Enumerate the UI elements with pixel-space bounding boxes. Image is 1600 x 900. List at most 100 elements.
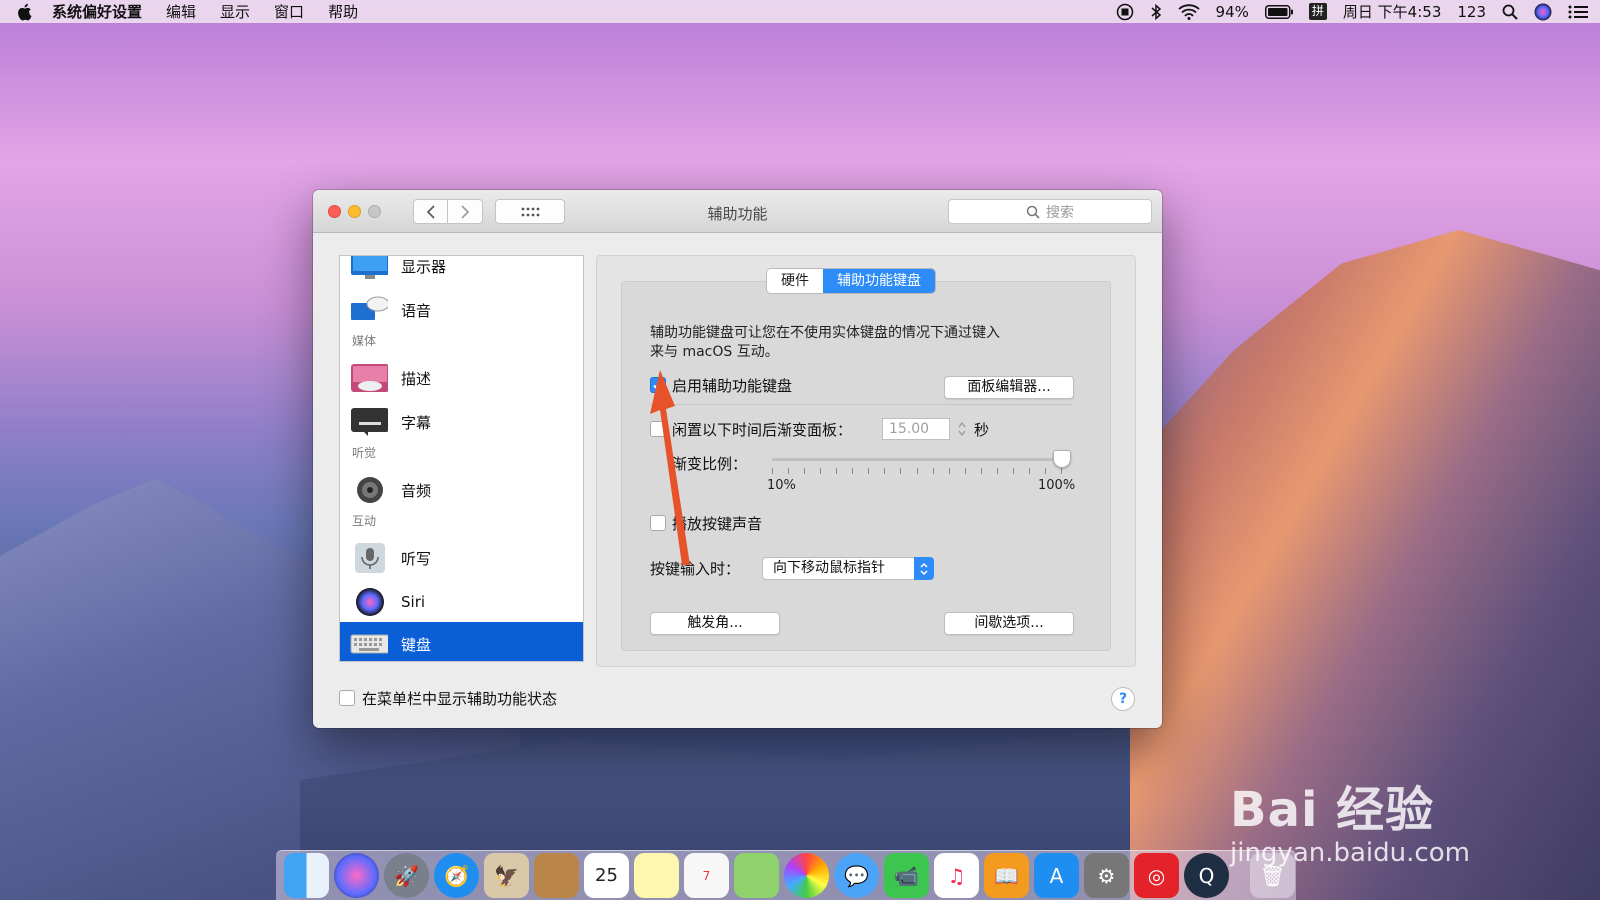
contacts-icon[interactable] [534, 853, 579, 898]
captions-icon [350, 407, 388, 437]
menu-window[interactable]: 窗口 [274, 1, 304, 22]
enable-keyboard-checkbox[interactable] [650, 377, 666, 393]
calendar-day: 25 [595, 865, 618, 886]
menu-help[interactable]: 帮助 [328, 1, 358, 22]
key-sound-checkbox[interactable] [650, 515, 666, 531]
sidebar-item-audio[interactable]: 音频 [340, 468, 583, 512]
sidebar-item-display[interactable]: 显示器 [340, 256, 583, 288]
slider-tick [1013, 468, 1014, 474]
menu-status-label[interactable]: 在菜单栏中显示辅助功能状态 [362, 688, 557, 709]
screen-record-icon[interactable] [1116, 3, 1134, 21]
accessibility-window: 辅助功能 搜索 显示器 语音 媒体 描述 字幕 听觉 音频 互动 听写 Siri… [313, 190, 1162, 728]
sidebar-item-label: 音频 [401, 481, 432, 500]
music-icon[interactable]: ♫ [934, 853, 979, 898]
section-divider [650, 404, 1072, 405]
menu-edit[interactable]: 编辑 [166, 1, 196, 22]
notification-center-icon[interactable] [1568, 3, 1588, 21]
hot-corners-button[interactable]: 触发角... [650, 612, 780, 635]
window-titlebar[interactable]: 辅助功能 搜索 [313, 190, 1162, 233]
books-icon[interactable]: 📖 [984, 853, 1029, 898]
reminders-icon[interactable]: 7 [684, 853, 729, 898]
fade-panel-checkbox[interactable] [650, 421, 666, 437]
sidebar-item-label: 键盘 [401, 635, 432, 654]
menu-bar: 系统偏好设置 编辑 显示 窗口 帮助 94% 拼 周日 下午4:53 123 [0, 0, 1600, 23]
fade-panel-label[interactable]: 闲置以下时间后渐变面板： [672, 419, 852, 440]
keyboard-icon [350, 629, 388, 659]
photos-icon[interactable] [784, 853, 829, 898]
sidebar-item-speech[interactable]: 语音 [340, 288, 583, 332]
siri-icon [350, 587, 388, 617]
sidebar-list[interactable]: 显示器 语音 媒体 描述 字幕 听觉 音频 互动 听写 Siri 键盘 [339, 255, 584, 662]
checkmark-icon [653, 380, 663, 391]
slider-tick [884, 468, 885, 474]
slider-tick [949, 468, 950, 474]
menu-status-checkbox[interactable] [339, 690, 355, 706]
system-preferences-icon[interactable]: ⚙ [1084, 853, 1129, 898]
quicktime-icon[interactable]: Q [1184, 853, 1229, 898]
dock: 🚀 🧭 🦅 25 7 💬 📹 ♫ 📖 A ⚙ ◎ Q 🗑 [276, 850, 1296, 900]
calendar-icon[interactable]: 25 [584, 853, 629, 898]
sidebar-item-dictation[interactable]: 听写 [340, 536, 583, 580]
feature-description: 辅助功能键盘可让您在不使用实体键盘的情况下通过键入 来与 macOS 互动。 [650, 324, 1090, 362]
on-keypress-popup[interactable]: 向下移动鼠标指针 [762, 557, 934, 580]
safari-icon[interactable]: 🧭 [434, 853, 479, 898]
fade-ratio-slider[interactable] [772, 458, 1062, 461]
tab-accessibility-keyboard[interactable]: 辅助功能键盘 [823, 269, 935, 293]
netease-music-icon[interactable]: ◎ [1134, 853, 1179, 898]
help-button[interactable]: ? [1111, 687, 1135, 711]
audio-icon [350, 475, 388, 505]
sidebar-section-interaction: 互动 [352, 514, 377, 528]
reminders-badge: 7 [702, 868, 711, 883]
bluetooth-icon[interactable] [1150, 3, 1162, 21]
slider-tick [917, 468, 918, 474]
wifi-icon[interactable] [1177, 3, 1200, 21]
slider-ticks [772, 468, 1062, 476]
battery-icon[interactable] [1264, 3, 1293, 21]
slider-tick [981, 468, 982, 474]
input-source-label[interactable]: 123 [1457, 3, 1486, 21]
siri-dock-icon[interactable] [334, 853, 379, 898]
messages-icon[interactable]: 💬 [834, 853, 879, 898]
panel-editor-button[interactable]: 面板编辑器... [944, 376, 1074, 399]
slider-tick [1029, 468, 1030, 474]
tab-bar: 硬件 辅助功能键盘 [767, 269, 935, 293]
speech-icon [350, 295, 388, 325]
maps-icon[interactable] [734, 853, 779, 898]
sidebar-item-siri[interactable]: Siri [340, 580, 583, 624]
search-input[interactable]: 搜索 [948, 199, 1152, 224]
fade-seconds-field[interactable]: 15.00 [882, 418, 950, 440]
apple-icon[interactable] [14, 3, 34, 21]
app-store-icon[interactable]: A [1034, 853, 1079, 898]
slider-knob[interactable] [1053, 450, 1071, 468]
siri-menubar-icon[interactable] [1534, 3, 1552, 21]
sidebar-item-descriptions[interactable]: 描述 [340, 356, 583, 400]
menu-app-name[interactable]: 系统偏好设置 [52, 1, 142, 22]
sidebar-item-label: Siri [401, 593, 426, 611]
sidebar-item-keyboard[interactable]: 键盘 [340, 622, 583, 661]
descriptions-icon [350, 363, 388, 393]
sidebar-item-label: 语音 [401, 301, 432, 320]
notes-icon[interactable] [634, 853, 679, 898]
slider-tick [900, 468, 901, 474]
popup-arrows-icon [914, 557, 934, 580]
sidebar-item-captions[interactable]: 字幕 [340, 400, 583, 444]
slider-tick [965, 468, 966, 474]
search-icon [1026, 205, 1040, 219]
spotlight-search-icon[interactable] [1502, 3, 1518, 21]
launchpad-icon[interactable]: 🚀 [384, 853, 429, 898]
settings-pane: 硬件 辅助功能键盘 辅助功能键盘可让您在不使用实体键盘的情况下通过键入 来与 m… [596, 255, 1136, 667]
fade-ratio-label: 渐变比例： [672, 455, 748, 473]
tab-hardware[interactable]: 硬件 [767, 269, 823, 293]
sidebar-section-media: 媒体 [352, 334, 377, 348]
slider-max-label: 100% [1038, 478, 1076, 493]
input-method-indicator[interactable]: 拼 [1308, 3, 1327, 20]
menu-clock[interactable]: 周日 下午4:53 [1343, 1, 1441, 22]
mail-icon[interactable]: 🦅 [484, 853, 529, 898]
enable-keyboard-label[interactable]: 启用辅助功能键盘 [672, 375, 792, 396]
fade-seconds-stepper[interactable] [956, 418, 968, 440]
finder-icon[interactable] [284, 853, 329, 898]
menu-view[interactable]: 显示 [220, 1, 250, 22]
dwell-options-button[interactable]: 间歇选项... [944, 612, 1074, 635]
key-sound-label[interactable]: 播放按键声音 [672, 513, 762, 534]
facetime-icon[interactable]: 📹 [884, 853, 929, 898]
